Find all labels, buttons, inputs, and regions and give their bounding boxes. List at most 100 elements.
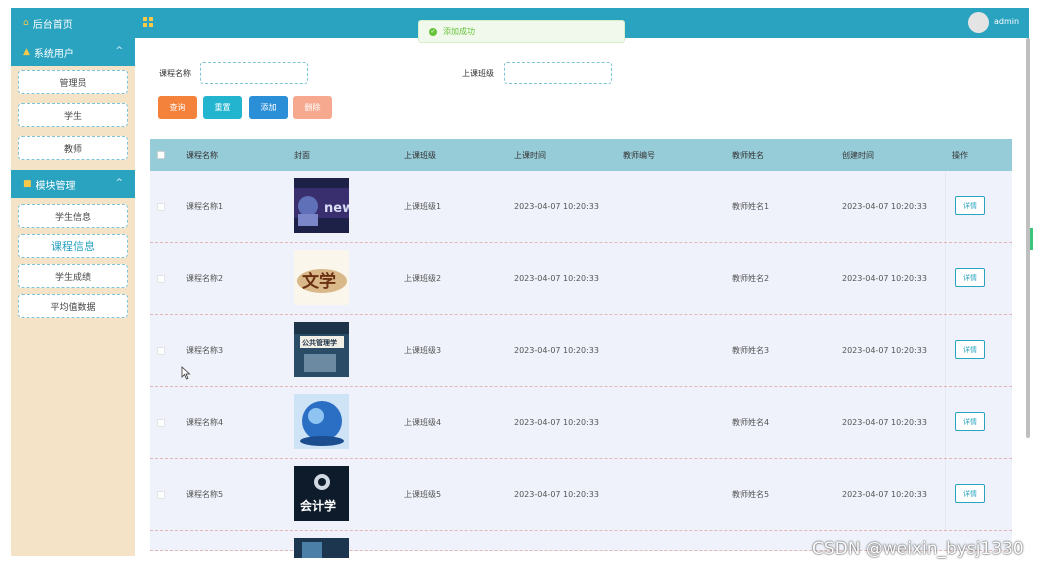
- course-cover-image: news: [294, 178, 349, 233]
- sidebar-home[interactable]: ⌂ 后台首页: [11, 8, 135, 38]
- sidebar-group-module[interactable]: ■ 模块管理 ^: [11, 170, 135, 198]
- column-divider: [945, 171, 946, 242]
- sidebar-group-label: 系统用户: [33, 48, 74, 60]
- sidebar-item-course-info[interactable]: 课程信息: [18, 234, 128, 258]
- sidebar-item-average-data[interactable]: 平均值数据: [18, 294, 128, 318]
- course-cover-image: 公共管理学: [294, 322, 349, 377]
- cell-created: 2023-04-07 10:20:33: [842, 202, 927, 211]
- watermark: CSDN @weixin_bysj1330: [812, 539, 1024, 559]
- cell-class-time: 2023-04-07 10:20:33: [514, 346, 599, 355]
- cell-course-name: 课程名称3: [186, 346, 224, 355]
- add-button[interactable]: 添加: [249, 96, 288, 119]
- header-action: 操作: [952, 150, 968, 160]
- cell-created: 2023-04-07 10:20:33: [842, 274, 927, 283]
- cell-teacher-name: 教师姓名5: [732, 490, 770, 499]
- cell-class-time: 2023-04-07 10:20:33: [514, 274, 599, 283]
- cell-course-name: 课程名称1: [186, 202, 224, 211]
- class-input[interactable]: [504, 62, 612, 84]
- course-cover-image: 文学: [294, 250, 349, 305]
- cell-class: 上课班级4: [404, 418, 442, 427]
- sidebar-item-student-score[interactable]: 学生成绩: [18, 264, 128, 288]
- table-header: 课程名称 封面 上课班级 上课时间 教师编号 教师姓名 创建时间 操作: [150, 139, 1012, 171]
- header-class-time: 上课时间: [514, 150, 546, 160]
- cell-created: 2023-04-07 10:20:33: [842, 490, 927, 499]
- sidebar-home-label: 后台首页: [32, 19, 73, 31]
- header-teacher-name: 教师姓名: [732, 150, 764, 160]
- header-cover: 封面: [294, 150, 310, 160]
- select-all-checkbox[interactable]: [157, 151, 165, 159]
- cell-class: 上课班级2: [404, 274, 442, 283]
- row-checkbox[interactable]: [157, 419, 165, 427]
- cell-created: 2023-04-07 10:20:33: [842, 418, 927, 427]
- sidebar-item-label: 教师: [63, 144, 82, 155]
- sidebar: ⌂ 后台首页 ▲ 系统用户 ^ 管理员 学生 教师 ■ 模块管理 ^ 学生信息 …: [11, 8, 135, 556]
- cell-teacher-name: 教师姓名4: [732, 418, 770, 427]
- table-row: 课程名称3 公共管理学 上课班级3 2023-04-07 10:20:33 教师…: [150, 315, 1012, 387]
- detail-button[interactable]: 详情: [955, 196, 985, 215]
- column-divider: [945, 243, 946, 314]
- reset-button[interactable]: 重置: [203, 96, 242, 119]
- detail-button[interactable]: 详情: [955, 268, 985, 287]
- sidebar-item-admin[interactable]: 管理员: [18, 70, 128, 94]
- cover-text: news: [324, 201, 349, 216]
- grid-icon: ■: [23, 179, 32, 189]
- cell-class: 上课班级1: [404, 202, 442, 211]
- toast-message: 添加成功: [443, 27, 475, 36]
- cell-course-name: 课程名称2: [186, 274, 224, 283]
- course-name-label: 课程名称: [159, 69, 191, 78]
- cell-created: 2023-04-07 10:20:33: [842, 346, 927, 355]
- column-divider: [945, 315, 946, 386]
- app-window: ⌂ 后台首页 ▲ 系统用户 ^ 管理员 学生 教师 ■ 模块管理 ^ 学生信息 …: [0, 0, 1042, 568]
- cover-text: 文学: [302, 271, 336, 292]
- sidebar-item-teacher[interactable]: 教师: [18, 136, 128, 160]
- detail-button[interactable]: 详情: [955, 412, 985, 431]
- class-label: 上课班级: [462, 69, 494, 78]
- column-divider: [945, 459, 946, 530]
- chevron-up-icon: ^: [115, 178, 123, 188]
- cell-teacher-name: 教师姓名1: [732, 202, 770, 211]
- course-table: 课程名称 封面 上课班级 上课时间 教师编号 教师姓名 创建时间 操作 课程名称…: [150, 139, 1012, 558]
- cell-course-name: 课程名称4: [186, 418, 224, 427]
- cell-teacher-name: 教师姓名3: [732, 346, 770, 355]
- table-row: 课程名称2 文学 上课班级2 2023-04-07 10:20:33 教师姓名2…: [150, 243, 1012, 315]
- cover-text: 公共管理学: [302, 338, 337, 347]
- row-checkbox[interactable]: [157, 203, 165, 211]
- mouse-cursor-icon: [181, 366, 191, 380]
- header-class: 上课班级: [404, 150, 436, 160]
- cell-class-time: 2023-04-07 10:20:33: [514, 490, 599, 499]
- query-button[interactable]: 查询: [158, 96, 197, 119]
- course-name-input[interactable]: [200, 62, 308, 84]
- sidebar-item-student[interactable]: 学生: [18, 103, 128, 127]
- avatar[interactable]: [968, 12, 989, 33]
- cell-class-time: 2023-04-07 10:20:33: [514, 418, 599, 427]
- delete-button[interactable]: 删除: [293, 96, 332, 119]
- side-tab[interactable]: [1030, 228, 1033, 250]
- menu-grid-icon[interactable]: [143, 17, 153, 27]
- cover-text: 会计学: [300, 498, 336, 513]
- cell-class-time: 2023-04-07 10:20:33: [514, 202, 599, 211]
- sidebar-item-label: 课程信息: [51, 240, 95, 253]
- user-icon: ▲: [23, 47, 30, 57]
- column-divider: [945, 387, 946, 458]
- cell-class: 上课班级3: [404, 346, 442, 355]
- row-checkbox[interactable]: [157, 491, 165, 499]
- home-icon: ⌂: [23, 18, 29, 28]
- check-circle-icon: ✓: [429, 27, 437, 36]
- sidebar-group-system-users[interactable]: ▲ 系统用户 ^: [11, 38, 135, 66]
- sidebar-item-student-info[interactable]: 学生信息: [18, 204, 128, 228]
- course-cover-image: [294, 538, 349, 558]
- detail-button[interactable]: 详情: [955, 340, 985, 359]
- sidebar-item-label: 管理员: [59, 78, 87, 89]
- row-checkbox[interactable]: [157, 347, 165, 355]
- sidebar-item-label: 学生成绩: [54, 272, 91, 283]
- cell-class: 上课班级5: [404, 490, 442, 499]
- row-checkbox[interactable]: [157, 275, 165, 283]
- user-name[interactable]: admin: [994, 17, 1019, 26]
- cell-course-name: 课程名称5: [186, 490, 224, 499]
- sidebar-item-label: 学生: [63, 111, 82, 122]
- cell-teacher-name: 教师姓名2: [732, 274, 770, 283]
- detail-button[interactable]: 详情: [955, 484, 985, 503]
- table-row: 课程名称4 上课班级4 2023-04-07 10:20:33 教师姓名4 20…: [150, 387, 1012, 459]
- success-toast: ✓ 添加成功: [418, 20, 625, 43]
- header-created: 创建时间: [842, 150, 874, 160]
